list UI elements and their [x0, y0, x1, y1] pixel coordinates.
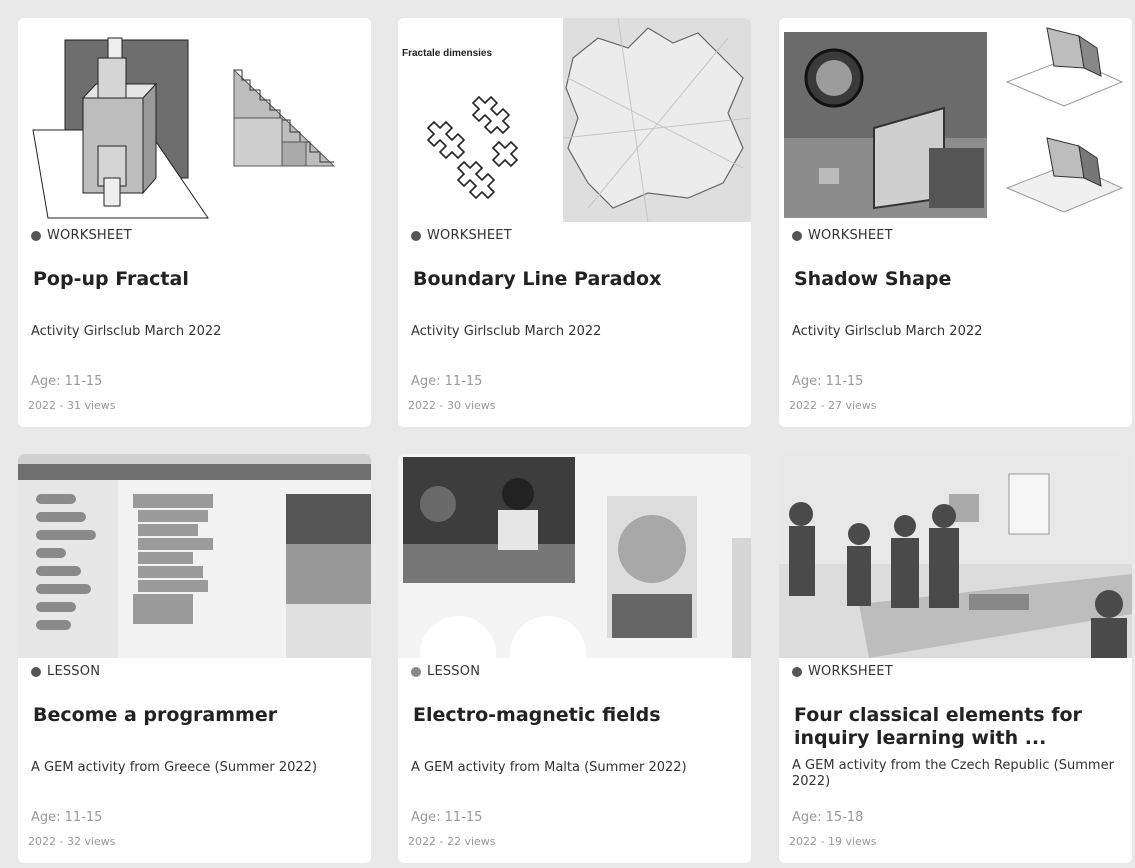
- type-dot-icon: [792, 666, 802, 677]
- type-text: WORKSHEET: [808, 664, 893, 679]
- popup-fractal-image: [18, 18, 371, 222]
- activity-card[interactable]: LESSON Become a programmer A GEM activit…: [18, 454, 371, 863]
- classroom-photo-image: [779, 454, 1132, 658]
- year-views: 2022 - 32 views: [28, 835, 116, 848]
- activity-card[interactable]: WORKSHEET Pop-up Fractal Activity Girlsc…: [18, 18, 371, 427]
- type-text: WORKSHEET: [47, 228, 132, 243]
- content-type-label: LESSON: [31, 664, 100, 679]
- card-subtitle: A GEM activity from the Czech Republic (…: [792, 758, 1114, 789]
- age-range: Age: 11-15: [31, 810, 103, 825]
- type-text: WORKSHEET: [427, 228, 512, 243]
- type-text: WORKSHEET: [808, 228, 893, 243]
- activity-card[interactable]: Fractale dimensies WORKSHEET Boundary Li…: [398, 18, 751, 427]
- children-photos-image: [398, 454, 751, 658]
- card-title[interactable]: Boundary Line Paradox: [413, 268, 743, 291]
- card-title[interactable]: Four classical elements for inquiry lear…: [794, 704, 1124, 750]
- content-type-label: WORKSHEET: [792, 664, 893, 679]
- card-title[interactable]: Pop-up Fractal: [33, 268, 363, 291]
- activity-card[interactable]: WORKSHEET Shadow Shape Activity Girlsclu…: [779, 18, 1132, 427]
- activity-card[interactable]: LESSON Electro-magnetic fields A GEM act…: [398, 454, 751, 863]
- type-dot-icon: [792, 230, 802, 241]
- age-range: Age: 11-15: [792, 374, 864, 389]
- card-subtitle: Activity Girlsclub March 2022: [31, 324, 222, 339]
- card-subtitle: A GEM activity from Greece (Summer 2022): [31, 760, 318, 775]
- content-type-label: WORKSHEET: [411, 228, 512, 243]
- age-range: Age: 11-15: [31, 374, 103, 389]
- card-title[interactable]: Become a programmer: [33, 704, 363, 727]
- type-dot-icon: [31, 666, 41, 677]
- year-views: 2022 - 27 views: [789, 399, 877, 412]
- shadow-experiment-image: [779, 18, 1132, 222]
- type-dot-icon: [31, 230, 41, 241]
- scratch-screenshot-image: [18, 454, 371, 658]
- type-text: LESSON: [427, 664, 481, 679]
- age-range: Age: 11-15: [411, 810, 483, 825]
- age-range: Age: 15-18: [792, 810, 864, 825]
- content-type-label: WORKSHEET: [792, 228, 893, 243]
- card-subtitle: Activity Girlsclub March 2022: [411, 324, 602, 339]
- year-views: 2022 - 30 views: [408, 399, 496, 412]
- card-title[interactable]: Electro-magnetic fields: [413, 704, 743, 727]
- fractal-dimension-map-image: Fractale dimensies: [398, 18, 751, 222]
- card-subtitle: A GEM activity from Malta (Summer 2022): [411, 760, 687, 775]
- year-views: 2022 - 22 views: [408, 835, 496, 848]
- content-type-label: WORKSHEET: [31, 228, 132, 243]
- content-type-label: LESSON: [411, 664, 480, 679]
- activity-card[interactable]: WORKSHEET Four classical elements for in…: [779, 454, 1132, 863]
- card-title[interactable]: Shadow Shape: [794, 268, 1124, 291]
- year-views: 2022 - 31 views: [28, 399, 116, 412]
- age-range: Age: 11-15: [411, 374, 483, 389]
- thumb-caption: Fractale dimensies: [402, 48, 492, 59]
- card-subtitle: Activity Girlsclub March 2022: [792, 324, 983, 339]
- type-dot-icon: [411, 230, 421, 241]
- activity-grid: WORKSHEET Pop-up Fractal Activity Girlsc…: [0, 0, 1135, 868]
- type-dot-icon: [411, 666, 421, 677]
- type-text: LESSON: [47, 664, 101, 679]
- year-views: 2022 - 19 views: [789, 835, 877, 848]
